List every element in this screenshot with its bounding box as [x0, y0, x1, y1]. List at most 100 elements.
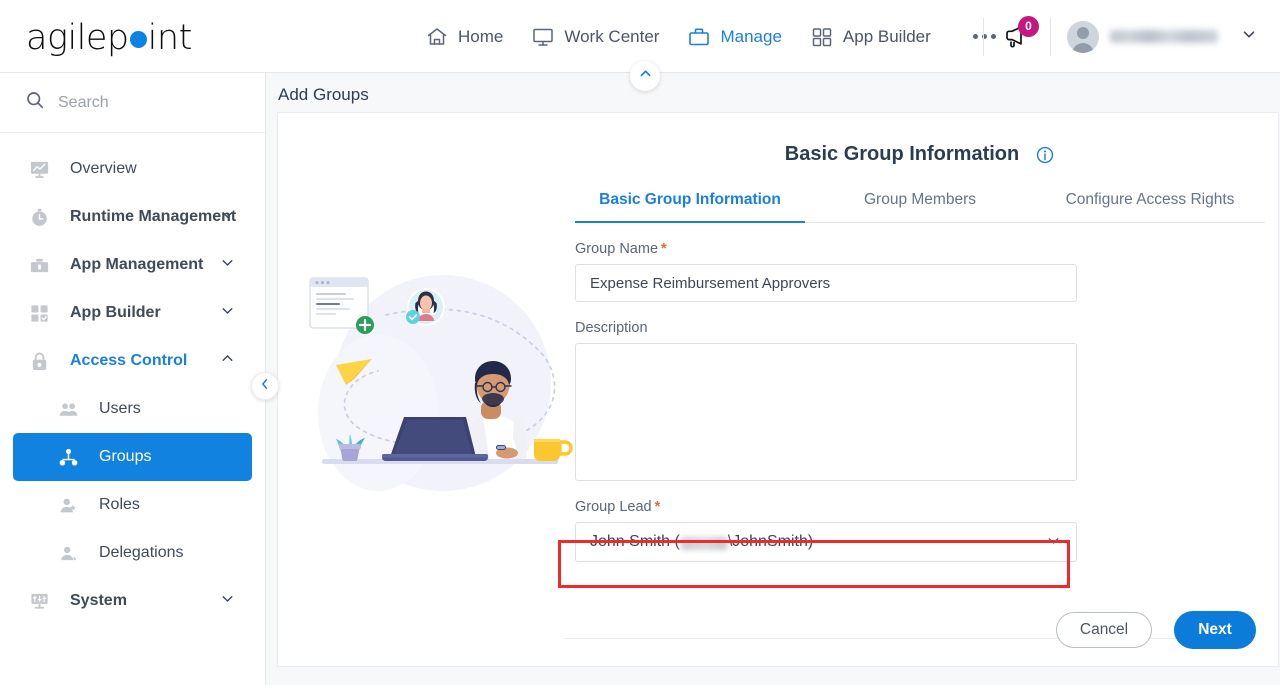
required-marker: *: [654, 499, 661, 515]
sidebar-item-roles[interactable]: Roles: [13, 481, 252, 529]
sidebar-collapse-button[interactable]: [251, 372, 279, 400]
app-logo[interactable]: agilep int: [26, 18, 192, 58]
sidebar-label-app-builder: App Builder: [70, 304, 161, 321]
tab-basic-group-information[interactable]: Basic Group Information: [575, 191, 805, 223]
chevron-down-icon[interactable]: [219, 590, 236, 612]
top-navigation: Home Work Center Manage App Builder: [425, 0, 996, 73]
sidebar-label-delegations: Delegations: [99, 544, 184, 561]
logo-dot-icon: [129, 31, 147, 48]
description-textarea[interactable]: [575, 343, 1077, 481]
chevron-up-icon[interactable]: [219, 350, 236, 372]
sidebar-item-users[interactable]: Users: [13, 385, 252, 433]
main-content: Add Groups Basic Group Information Basic…: [266, 61, 1280, 685]
nav-item-manage[interactable]: Manage: [687, 25, 782, 49]
user-delegate-icon: [55, 543, 81, 564]
team-collaboration-illustration: [298, 263, 578, 503]
search-placeholder: Search: [58, 93, 109, 111]
sidebar-label-roles: Roles: [99, 496, 140, 513]
group-name-value: Expense Reimbursement Approvers: [590, 274, 831, 292]
sidebar-item-groups[interactable]: Groups: [13, 433, 252, 481]
field-group-lead: Group Lead * John Smith ( \JohnSmith): [575, 499, 1265, 562]
user-menu[interactable]: [1067, 20, 1258, 53]
nav-item-app-builder[interactable]: App Builder: [810, 25, 931, 49]
search-input[interactable]: Search: [0, 73, 265, 133]
sidebar-label-users: Users: [99, 400, 141, 417]
group-lead-domain-redacted: [680, 536, 727, 550]
sidebar-label-runtime-management: Runtime Management: [70, 208, 237, 225]
chevron-left-icon: [258, 377, 272, 396]
chevron-down-icon[interactable]: [1045, 532, 1062, 553]
nav-label-manage: Manage: [720, 26, 782, 46]
group-name-input[interactable]: Expense Reimbursement Approvers: [575, 264, 1077, 302]
logo-text-part1: agilep: [26, 18, 129, 58]
label-group-name: Group Name *: [575, 241, 1259, 257]
search-icon: [25, 90, 45, 115]
top-bar-right: 0: [967, 0, 1258, 73]
chevron-down-icon[interactable]: [219, 206, 236, 228]
sidebar-label-system: System: [70, 592, 127, 609]
form-card: Basic Group Information Basic Group Info…: [277, 112, 1279, 667]
sidebar-item-app-management[interactable]: App Management: [13, 241, 252, 289]
announcements-button[interactable]: 0: [1000, 15, 1039, 54]
group-lead-value-suffix: \JohnSmith): [727, 533, 814, 550]
group-lead-value-prefix: John Smith (: [590, 533, 680, 550]
form-heading-row: Basic Group Information: [575, 143, 1265, 166]
grid-icon: [810, 25, 834, 49]
sidebar-label-overview: Overview: [70, 160, 137, 177]
logo-text-part2: int: [147, 18, 193, 58]
group-lead-value: John Smith ( \JohnSmith): [590, 533, 813, 551]
sidebar-label-app-management: App Management: [70, 256, 204, 273]
monitor-icon: [531, 25, 555, 49]
info-circle-icon[interactable]: [1035, 145, 1055, 165]
chevron-up-icon: [638, 66, 653, 86]
users-icon: [55, 399, 81, 420]
sidebar-item-overview[interactable]: Overview: [13, 145, 252, 193]
sidebar-label-groups: Groups: [99, 448, 152, 465]
cancel-button[interactable]: Cancel: [1056, 612, 1152, 648]
label-description: Description: [575, 320, 648, 336]
nav-label-work-center: Work Center: [564, 26, 660, 46]
label-text: Group Name: [575, 241, 659, 257]
chevron-down-icon[interactable]: [219, 254, 236, 276]
grid-check-icon: [26, 303, 52, 324]
sidebar-item-app-builder[interactable]: App Builder: [13, 289, 252, 337]
user-name-redacted: [1110, 30, 1218, 43]
sidebar-item-system[interactable]: System: [13, 577, 252, 625]
nav-item-work-center[interactable]: Work Center: [531, 25, 659, 49]
sidebar-item-delegations[interactable]: Delegations: [13, 529, 252, 577]
nav-item-home[interactable]: Home: [425, 25, 503, 49]
stopwatch-icon: [26, 207, 52, 228]
sidebar: Search Overview Runtime Management App M…: [0, 73, 266, 685]
toolbox-icon: [26, 255, 52, 276]
megaphone-icon: [1000, 25, 1034, 58]
nav-label-app-builder: App Builder: [842, 26, 931, 46]
form-tabs: Basic Group Information Group Members Co…: [575, 191, 1265, 223]
divider: [1050, 17, 1051, 56]
label-text: Group Lead: [575, 499, 652, 515]
tab-group-members[interactable]: Group Members: [805, 191, 1035, 222]
form-column: Basic Group Information Basic Group Info…: [575, 113, 1265, 668]
required-marker: *: [661, 241, 667, 257]
sliders-icon: [26, 591, 52, 612]
sidebar-item-runtime-management[interactable]: Runtime Management: [13, 193, 252, 241]
page-header: Add Groups: [266, 73, 1280, 117]
chevron-down-icon[interactable]: [219, 302, 236, 324]
next-button[interactable]: Next: [1174, 611, 1256, 649]
avatar: [1067, 20, 1099, 53]
tab-configure-access-rights[interactable]: Configure Access Rights: [1035, 191, 1265, 222]
chevron-down-icon[interactable]: [1240, 25, 1258, 48]
home-icon: [425, 25, 449, 49]
org-chart-icon: [55, 447, 81, 468]
header-collapse-button[interactable]: [630, 61, 660, 91]
field-group-name: Group Name * Expense Reimbursement Approv…: [575, 241, 1265, 302]
divider: [983, 17, 984, 56]
sidebar-label-access-control: Access Control: [70, 352, 188, 369]
page-title: Add Groups: [278, 85, 369, 104]
chart-monitor-icon: [26, 159, 52, 180]
nav-label-home: Home: [458, 26, 504, 46]
group-lead-select[interactable]: John Smith ( \JohnSmith): [575, 522, 1077, 562]
lock-icon: [26, 351, 52, 372]
field-description: Description: [575, 320, 1265, 481]
sidebar-item-access-control[interactable]: Access Control: [13, 337, 252, 385]
label-group-lead: Group Lead *: [575, 499, 1259, 515]
